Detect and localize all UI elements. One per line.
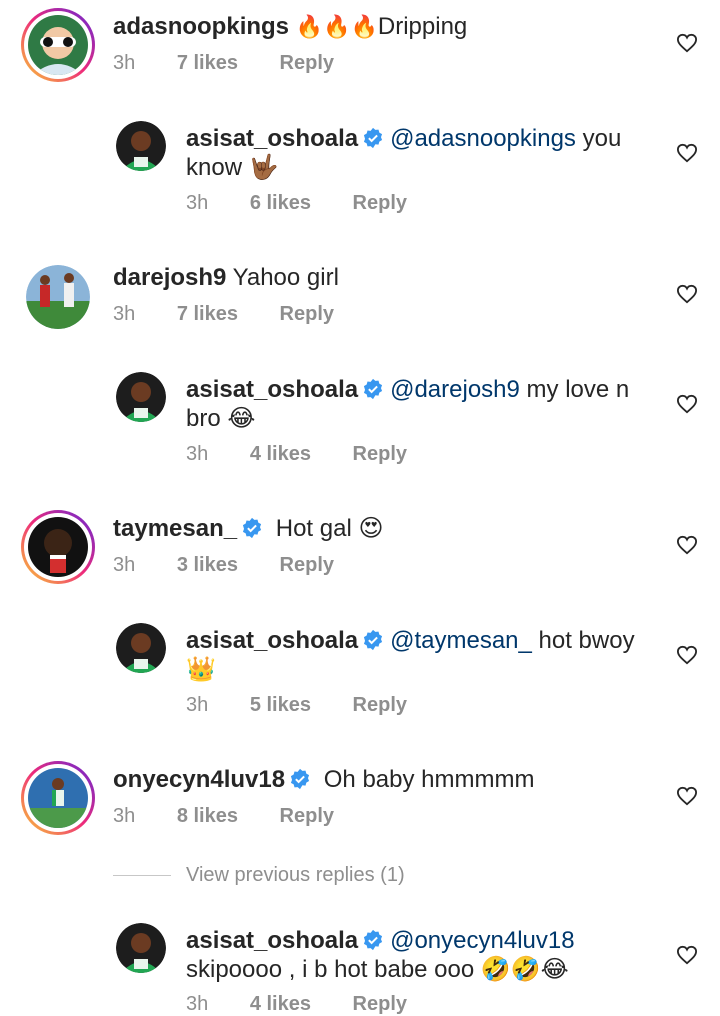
heart-outline-icon[interactable] <box>676 394 698 414</box>
timestamp: 3h <box>113 303 136 325</box>
view-previous-label[interactable]: View previous replies (1) <box>186 864 405 886</box>
comment-meta: 3h 3 likes Reply <box>113 554 370 577</box>
comment-body-line2: 👑 <box>186 656 216 683</box>
comment-meta: 3h 5 likes Reply <box>186 694 443 717</box>
reply-button[interactable]: Reply <box>353 694 407 716</box>
comment-body: Dripping <box>377 13 468 40</box>
comment-body: my love n <box>519 376 630 403</box>
avatar[interactable] <box>116 923 166 973</box>
comment-text: asisat_oshoala @onyecyn4luv18 skipoooo , … <box>186 926 656 984</box>
timestamp: 3h <box>186 694 209 716</box>
comment-meta: 3h 8 likes Reply <box>113 805 370 828</box>
comment-meta: 3h 4 likes Reply <box>186 443 443 466</box>
heart-outline-icon[interactable] <box>676 535 698 555</box>
avatar[interactable] <box>21 761 95 835</box>
comment-text: asisat_oshoala @adasnoopkings you know 🤟🏾 <box>186 124 656 182</box>
reply-button[interactable]: Reply <box>353 192 407 214</box>
comment-meta: 3h 7 likes Reply <box>113 303 370 326</box>
avatar[interactable] <box>26 265 90 329</box>
heart-outline-icon[interactable] <box>676 786 698 806</box>
likes-count[interactable]: 7 likes <box>177 52 238 74</box>
avatar[interactable] <box>21 510 95 584</box>
username[interactable]: asisat_oshoala <box>186 927 358 954</box>
reply-button[interactable]: Reply <box>353 993 407 1015</box>
likes-count[interactable]: 4 likes <box>250 443 311 465</box>
likes-count[interactable]: 6 likes <box>250 192 311 214</box>
reply-button[interactable]: Reply <box>280 303 334 325</box>
likes-count[interactable]: 5 likes <box>250 694 311 716</box>
comment-meta: 3h 7 likes Reply <box>113 52 370 75</box>
comment-body: Hot gal 😍 <box>275 515 384 542</box>
username[interactable]: onyecyn4luv18 <box>113 766 285 793</box>
comment-meta: 3h 6 likes Reply <box>186 192 443 215</box>
comment-text: taymesan_ Hot gal 😍 <box>113 514 383 543</box>
heart-outline-icon[interactable] <box>676 143 698 163</box>
verified-badge-icon <box>291 768 310 790</box>
heart-outline-icon[interactable] <box>676 645 698 665</box>
verified-badge-icon <box>364 127 383 149</box>
username[interactable]: taymesan_ <box>113 515 237 542</box>
mention-link[interactable]: @darejosh9 <box>390 376 520 403</box>
verified-badge-icon <box>364 378 383 400</box>
timestamp: 3h <box>186 443 209 465</box>
fire-emoji: 🔥🔥🔥 <box>295 15 378 40</box>
comment-text: darejosh9 Yahoo girl <box>113 263 339 292</box>
avatar[interactable] <box>116 372 166 422</box>
comment-text: asisat_oshoala @darejosh9 my love n bro 😂 <box>186 375 656 433</box>
verified-badge-icon <box>364 629 383 651</box>
reply-button[interactable]: Reply <box>280 52 334 74</box>
verified-badge-icon <box>243 517 262 539</box>
timestamp: 3h <box>186 192 209 214</box>
avatar[interactable] <box>21 8 95 82</box>
timestamp: 3h <box>113 805 136 827</box>
comment-body: hot bwoy <box>531 627 635 654</box>
mention-link[interactable]: @taymesan_ <box>390 627 532 654</box>
mention-link[interactable]: @onyecyn4luv18 <box>390 927 574 954</box>
heart-outline-icon[interactable] <box>676 284 698 304</box>
timestamp: 3h <box>186 993 209 1015</box>
comment-body-line2: skipoooo , i b hot babe ooo 🤣🤣😂 <box>186 956 569 983</box>
comment-body: Oh baby hmmmmm <box>323 766 535 793</box>
likes-count[interactable]: 8 likes <box>177 805 238 827</box>
avatar[interactable] <box>116 623 166 673</box>
likes-count[interactable]: 3 likes <box>177 554 238 576</box>
timestamp: 3h <box>113 52 136 74</box>
divider <box>113 875 171 877</box>
reply-button[interactable]: Reply <box>280 554 334 576</box>
reply-button[interactable]: Reply <box>280 805 334 827</box>
verified-badge-icon <box>364 929 383 951</box>
username[interactable]: darejosh9 <box>113 264 226 291</box>
avatar[interactable] <box>116 121 166 171</box>
comment-text: asisat_oshoala @taymesan_ hot bwoy 👑 <box>186 626 656 684</box>
comment-text: adasnoopkings 🔥🔥🔥Dripping <box>113 12 467 42</box>
username[interactable]: asisat_oshoala <box>186 627 358 654</box>
timestamp: 3h <box>113 554 136 576</box>
view-previous-replies[interactable]: View previous replies (1) <box>113 864 405 887</box>
username[interactable]: asisat_oshoala <box>186 125 358 152</box>
likes-count[interactable]: 4 likes <box>250 993 311 1015</box>
comment-body: you <box>575 125 622 152</box>
heart-outline-icon[interactable] <box>676 945 698 965</box>
comment-text: onyecyn4luv18 Oh baby hmmmmm <box>113 765 534 794</box>
comment-body: Yahoo girl <box>232 264 339 291</box>
likes-count[interactable]: 7 likes <box>177 303 238 325</box>
comment-body-line2: bro 😂 <box>186 405 256 432</box>
username[interactable]: asisat_oshoala <box>186 376 358 403</box>
username[interactable]: adasnoopkings <box>113 13 289 40</box>
reply-button[interactable]: Reply <box>353 443 407 465</box>
mention-link[interactable]: @adasnoopkings <box>390 125 576 152</box>
heart-outline-icon[interactable] <box>676 33 698 53</box>
comment-body-line2: know 🤟🏾 <box>186 154 279 181</box>
